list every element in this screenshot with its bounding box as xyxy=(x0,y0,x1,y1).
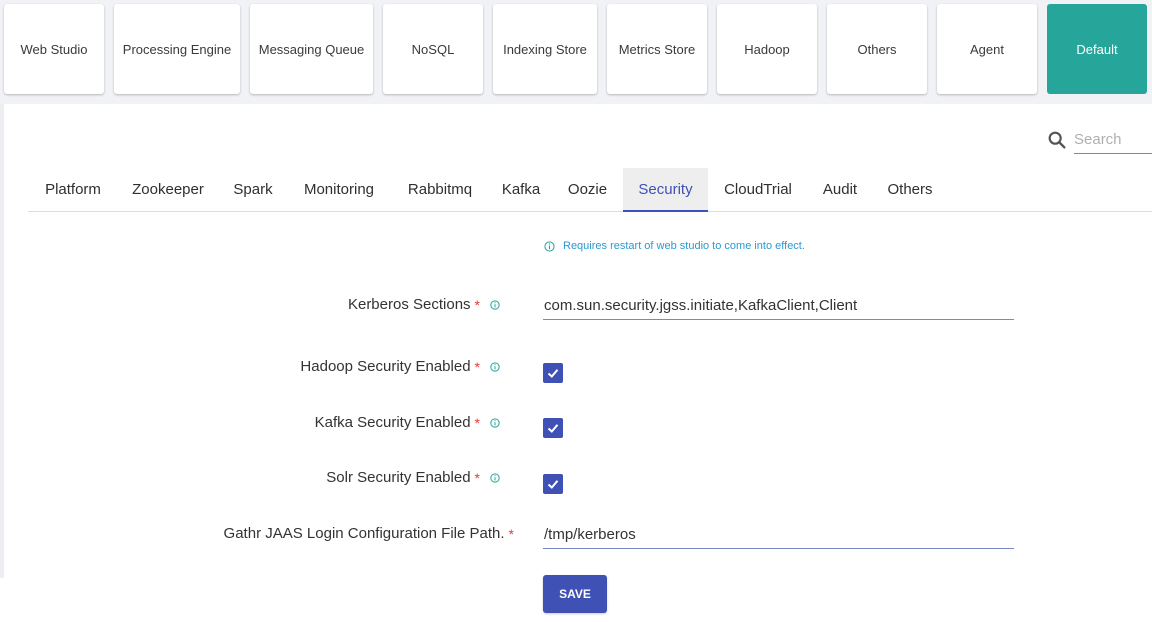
tab-label: Security xyxy=(638,181,692,198)
category-label: Web Studio xyxy=(21,42,88,57)
category-label: Others xyxy=(857,42,896,57)
restart-notice: Requires restart of web studio to come i… xyxy=(544,240,805,252)
tab-cloudtrial[interactable]: CloudTrial xyxy=(708,168,808,211)
category-label: NoSQL xyxy=(412,42,455,57)
tab-others[interactable]: Others xyxy=(872,168,948,211)
category-card-default[interactable]: Default xyxy=(1047,4,1147,94)
kafka-security-checkbox[interactable] xyxy=(543,418,563,438)
tab-security[interactable]: Security xyxy=(623,168,708,212)
required-mark: * xyxy=(509,526,514,542)
jaas-path-label: Gathr JAAS Login Configuration File Path… xyxy=(224,525,514,542)
tab-label: CloudTrial xyxy=(724,181,792,198)
tab-audit[interactable]: Audit xyxy=(808,168,872,211)
search-icon[interactable] xyxy=(1046,129,1068,151)
tab-kafka[interactable]: Kafka xyxy=(490,168,552,211)
check-icon xyxy=(546,366,560,380)
tab-label: Spark xyxy=(233,181,272,198)
category-label: Messaging Queue xyxy=(259,42,365,57)
category-card-web-studio[interactable]: Web Studio xyxy=(4,4,104,94)
check-icon xyxy=(546,421,560,435)
category-label: Default xyxy=(1076,42,1117,57)
notice-text: Requires restart of web studio to come i… xyxy=(563,240,805,252)
category-card-processing-engine[interactable]: Processing Engine xyxy=(114,4,240,94)
category-card-hadoop[interactable]: Hadoop xyxy=(717,4,817,94)
field-label-text: Kerberos Sections xyxy=(348,296,471,313)
category-label: Metrics Store xyxy=(619,42,696,57)
category-label: Hadoop xyxy=(744,42,790,57)
field-label-text: Hadoop Security Enabled xyxy=(300,358,470,375)
info-icon[interactable] xyxy=(490,362,500,372)
search-box xyxy=(1046,126,1152,156)
tab-label: Kafka xyxy=(502,181,540,198)
category-card-metrics-store[interactable]: Metrics Store xyxy=(607,4,707,94)
tab-rabbitmq[interactable]: Rabbitmq xyxy=(390,168,490,211)
tab-platform[interactable]: Platform xyxy=(28,168,118,211)
required-mark: * xyxy=(475,297,480,313)
kerberos-sections-input[interactable] xyxy=(543,292,1014,320)
search-input[interactable] xyxy=(1074,126,1152,154)
category-card-nosql[interactable]: NoSQL xyxy=(383,4,483,94)
field-label-text: Kafka Security Enabled xyxy=(315,414,471,431)
required-mark: * xyxy=(475,470,480,486)
category-label: Processing Engine xyxy=(123,42,231,57)
category-card-indexing-store[interactable]: Indexing Store xyxy=(493,4,597,94)
required-mark: * xyxy=(475,359,480,375)
category-card-others[interactable]: Others xyxy=(827,4,927,94)
jaas-path-input[interactable] xyxy=(543,521,1014,549)
info-icon[interactable] xyxy=(490,473,500,483)
check-icon xyxy=(546,477,560,491)
tab-label: Others xyxy=(887,181,932,198)
category-label: Agent xyxy=(970,42,1004,57)
tab-label: Oozie xyxy=(568,181,607,198)
tab-label: Rabbitmq xyxy=(408,181,472,198)
solr-security-label: Solr Security Enabled * xyxy=(326,469,500,486)
settings-tabs: Platform Zookeeper Spark Monitoring Rabb… xyxy=(28,168,1152,212)
tab-label: Monitoring xyxy=(304,181,374,198)
hadoop-security-checkbox[interactable] xyxy=(543,363,563,383)
tab-monitoring[interactable]: Monitoring xyxy=(288,168,390,211)
solr-security-checkbox[interactable] xyxy=(543,474,563,494)
tab-label: Audit xyxy=(823,181,857,198)
tab-label: Platform xyxy=(45,181,101,198)
required-mark: * xyxy=(475,415,480,431)
tab-oozie[interactable]: Oozie xyxy=(552,168,623,211)
field-label-text: Solr Security Enabled xyxy=(326,469,470,486)
info-icon[interactable] xyxy=(490,418,500,428)
category-card-agent[interactable]: Agent xyxy=(937,4,1037,94)
field-label-text: Gathr JAAS Login Configuration File Path… xyxy=(224,525,505,542)
tab-label: Zookeeper xyxy=(132,181,204,198)
category-card-messaging-queue[interactable]: Messaging Queue xyxy=(250,4,373,94)
category-label: Indexing Store xyxy=(503,42,587,57)
info-icon xyxy=(544,241,555,252)
tab-spark[interactable]: Spark xyxy=(218,168,288,211)
kerberos-sections-label: Kerberos Sections * xyxy=(348,296,500,313)
save-button[interactable]: SAVE xyxy=(543,575,607,613)
info-icon[interactable] xyxy=(490,300,500,310)
hadoop-security-label: Hadoop Security Enabled * xyxy=(300,358,500,375)
tab-zookeeper[interactable]: Zookeeper xyxy=(118,168,218,211)
kafka-security-label: Kafka Security Enabled * xyxy=(315,414,500,431)
